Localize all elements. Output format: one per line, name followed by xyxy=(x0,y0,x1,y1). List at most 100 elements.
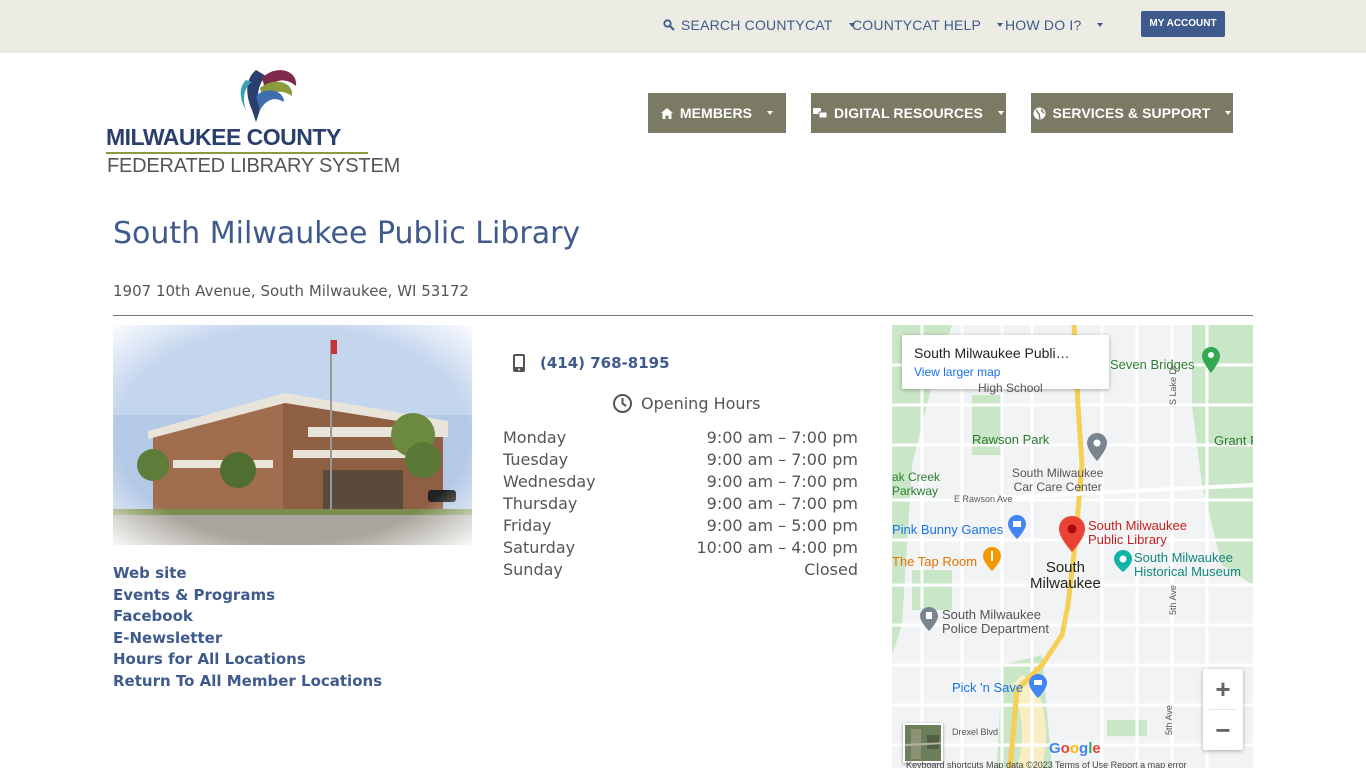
chevron-down-icon xyxy=(997,111,1004,115)
hours-time: 9:00 am – 7:00 pm xyxy=(706,428,858,447)
how-do-i-menu[interactable]: HOW DO I? xyxy=(1005,17,1104,33)
hours-day: Thursday xyxy=(503,494,578,513)
hours-row: Tuesday 9:00 am – 7:00 pm xyxy=(503,449,858,471)
link-e-newsletter[interactable]: E-Newsletter xyxy=(113,628,382,650)
hours-time: 9:00 am – 7:00 pm xyxy=(706,472,858,491)
map-place-pin-icon[interactable] xyxy=(1087,433,1107,461)
hours-row: Thursday 9:00 am – 7:00 pm xyxy=(503,493,858,515)
link-facebook[interactable]: Facebook xyxy=(113,606,382,628)
link-events-programs[interactable]: Events & Programs xyxy=(113,585,382,607)
search-countycat-menu[interactable]: SEARCH COUNTYCAT xyxy=(663,17,855,33)
map-label-oak-creek: ak Creek Parkway xyxy=(892,470,941,498)
map-label-city: South Milwaukee xyxy=(1030,559,1101,592)
chevron-down-icon xyxy=(767,111,774,115)
logo-ribbon-icon xyxy=(240,70,297,122)
logo-wordmark-top: MILWAUKEE COUNTY xyxy=(106,124,341,150)
hours-time: 10:00 am – 4:00 pm xyxy=(696,538,858,557)
map-label-tap-room: The Tap Room xyxy=(892,554,978,569)
digital-resources-icon xyxy=(813,108,827,119)
library-links: Web site Events & Programs Facebook E-Ne… xyxy=(113,563,382,692)
police-pin-icon[interactable] xyxy=(920,607,938,631)
nav-digital-resources[interactable]: DIGITAL RESOURCES xyxy=(811,93,1006,133)
countycat-help-label: COUNTYCAT HELP xyxy=(852,17,982,33)
nav-members-label: MEMBERS xyxy=(679,105,753,121)
map-label-grant-park: Grant Pa xyxy=(1214,433,1253,448)
opening-hours-heading: Opening Hours xyxy=(612,393,760,414)
hours-time: Closed xyxy=(804,560,858,579)
logo-rule xyxy=(106,152,368,154)
grocery-pin-icon[interactable] xyxy=(1029,674,1047,698)
zoom-in-button[interactable]: + xyxy=(1203,669,1243,709)
hours-day: Wednesday xyxy=(503,472,596,491)
logo-wordmark-bottom: FEDERATED LIBRARY SYSTEM xyxy=(107,155,401,177)
my-account-button[interactable]: MY ACCOUNT xyxy=(1141,11,1225,37)
phone-icon xyxy=(513,354,525,372)
map-zoom-controls: + − xyxy=(1203,669,1243,750)
hours-row: Monday 9:00 am – 7:00 pm xyxy=(503,427,858,449)
hours-day: Friday xyxy=(503,516,552,535)
map-label-car-care: South Milwaukee Car Care Center xyxy=(1012,466,1104,494)
map-label-fifth-ave-south: 5th Ave xyxy=(1164,705,1174,735)
hours-time: 9:00 am – 7:00 pm xyxy=(706,450,858,469)
opening-hours-label: Opening Hours xyxy=(641,394,761,413)
map-pin-icon[interactable] xyxy=(1059,516,1085,552)
clock-icon xyxy=(613,394,632,413)
link-return-member-locations[interactable]: Return To All Member Locations xyxy=(113,671,382,693)
map-attribution: Keyboard shortcuts Map data ©2023 Terms … xyxy=(906,760,1187,768)
how-do-i-label: HOW DO I? xyxy=(1005,17,1082,33)
nav-members[interactable]: MEMBERS xyxy=(648,93,786,133)
restaurant-pin-icon[interactable] xyxy=(983,547,1001,571)
library-photo xyxy=(113,325,472,545)
link-website[interactable]: Web site xyxy=(113,563,382,585)
map-label-library: South Milwaukee Public Library xyxy=(1088,518,1187,547)
hours-day: Monday xyxy=(503,428,567,447)
hours-day: Tuesday xyxy=(503,450,569,469)
search-icon xyxy=(663,19,675,31)
zoom-out-button[interactable]: − xyxy=(1203,710,1243,750)
link-hours-all-locations[interactable]: Hours for All Locations xyxy=(113,649,382,671)
google-logo: Google xyxy=(1049,740,1101,757)
home-icon xyxy=(660,107,673,119)
view-larger-map-link[interactable]: View larger map xyxy=(914,365,1097,379)
divider xyxy=(113,315,1253,316)
nav-digital-resources-label: DIGITAL RESOURCES xyxy=(834,105,983,121)
hours-row: Friday 9:00 am – 5:00 pm xyxy=(503,515,858,537)
map-label-pink-bunny: Pink Bunny Games xyxy=(892,522,1004,537)
utility-bar: SEARCH COUNTYCAT COUNTYCAT HELP HOW DO I… xyxy=(0,0,1366,53)
chevron-down-icon xyxy=(1225,111,1232,115)
phone-line: (414) 768-8195 xyxy=(512,353,670,373)
hours-row: Sunday Closed xyxy=(503,559,858,581)
embedded-map[interactable]: South Milwaukee Publi… View larger map S… xyxy=(892,325,1253,768)
map-label-lake-dr: S Lake Dr xyxy=(1168,364,1178,405)
map-label-seven-bridges: Seven Bridges xyxy=(1110,357,1195,372)
map-card-title: South Milwaukee Publi… xyxy=(914,345,1070,361)
map-label-e-rawson: E Rawson Ave xyxy=(954,494,1013,504)
hours-time: 9:00 am – 7:00 pm xyxy=(706,494,858,513)
shopping-pin-icon[interactable] xyxy=(1008,515,1026,539)
phone-number[interactable]: (414) 768-8195 xyxy=(540,354,670,372)
museum-pin-icon[interactable] xyxy=(1114,550,1132,572)
map-label-pick-n-save: Pick 'n Save xyxy=(952,680,1024,695)
map-label-museum: South Milwaukee Historical Museum xyxy=(1134,550,1241,579)
chevron-down-icon xyxy=(1097,23,1104,27)
hours-row: Saturday 10:00 am – 4:00 pm xyxy=(503,537,858,559)
library-address: 1907 10th Avenue, South Milwaukee, WI 53… xyxy=(113,282,469,300)
hours-table: Monday 9:00 am – 7:00 pm Tuesday 9:00 am –… xyxy=(503,427,858,581)
map-label-rawson-park: Rawson Park xyxy=(972,432,1050,447)
satellite-toggle[interactable] xyxy=(903,723,943,763)
nav-services-support[interactable]: SERVICES & SUPPORT xyxy=(1031,93,1233,133)
map-label-high-school: High School xyxy=(978,381,1043,395)
hiking-pin-icon[interactable] xyxy=(1202,347,1220,373)
site-logo[interactable]: MILWAUKEE COUNTY FEDERATED LIBRARY SYSTE… xyxy=(106,66,400,178)
hours-row: Wednesday 9:00 am – 7:00 pm xyxy=(503,471,858,493)
chevron-down-icon xyxy=(997,23,1004,27)
map-label-drexel: Drexel Blvd xyxy=(952,727,999,737)
page-title: South Milwaukee Public Library xyxy=(113,216,581,251)
countycat-help-menu[interactable]: COUNTYCAT HELP xyxy=(852,17,1004,33)
map-label-police: South Milwaukee Police Department xyxy=(942,607,1049,636)
nav-services-support-label: SERVICES & SUPPORT xyxy=(1052,105,1211,121)
globe-icon xyxy=(1033,107,1046,119)
hours-day: Sunday xyxy=(503,560,563,579)
hours-time: 9:00 am – 5:00 pm xyxy=(706,516,858,535)
map-label-fifth-ave: 5th Ave xyxy=(1168,585,1178,615)
